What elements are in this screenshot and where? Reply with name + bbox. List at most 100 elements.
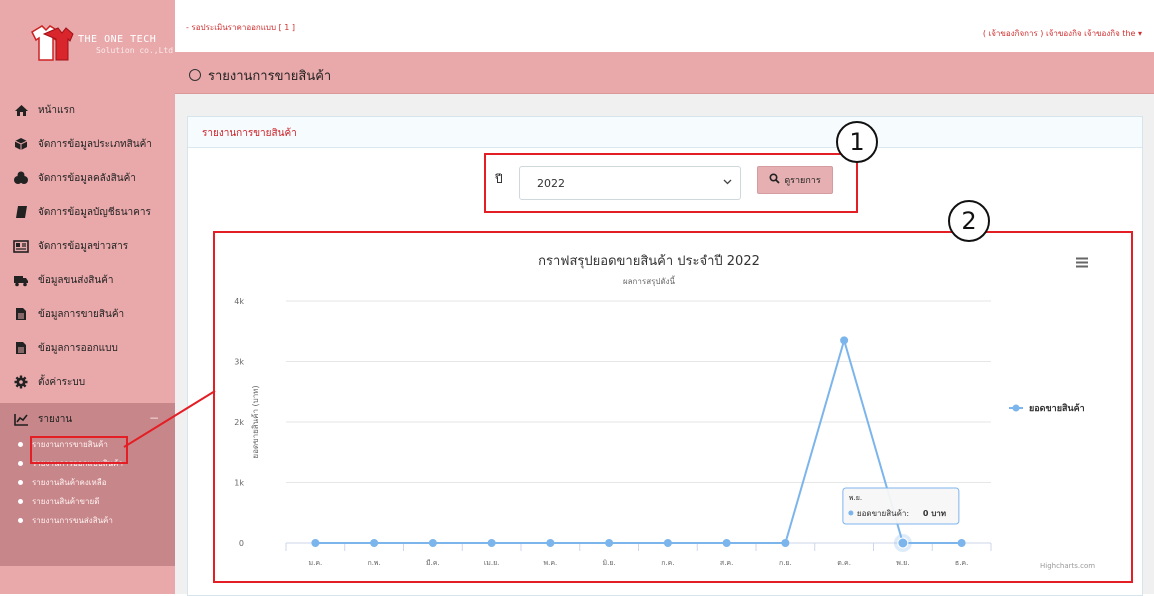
truck-icon [13,273,29,287]
sidebar-subitem-stock-report[interactable]: รายงานสินค้าคงเหลือ [0,473,175,492]
data-point [722,539,731,547]
legend-marker [1012,404,1020,412]
sidebar-subitem-label: รายงานสินค้าคงเหลือ [32,478,107,487]
x-tick-label: ส.ค. [720,559,733,567]
data-point [428,539,437,547]
sidebar-item-bank-accounts[interactable]: จัดการข้อมูลบัญชีธนาคาร [0,195,175,229]
sidebar-report-group: รายงาน − รายงานการขายสินค้า รายงานการออก… [0,403,175,566]
data-point [370,539,379,547]
top-bar: - รอประเมินราคาออกแบบ [ 1 ] ( เจ้าของกิจ… [175,0,1154,52]
data-point [663,539,672,547]
y-tick-label: 3k [234,358,244,367]
document-icon [13,341,29,355]
sidebar-item-label: จัดการข้อมูลประเภทสินค้า [38,138,152,150]
tshirt-logo-icon [31,25,74,61]
page-header: รายงานการขายสินค้า [175,52,1154,94]
line-chart-icon [13,412,29,426]
book-icon [13,205,29,219]
x-tick-label: ก.ค. [661,559,674,567]
sidebar-item-label: จัดการข้อมูลข่าวสาร [38,240,129,252]
bullet-icon [18,480,23,485]
sidebar-item-label: ข้อมูลขนส่งสินค้า [38,274,114,286]
y-tick-label: 1k [234,479,244,488]
x-tick-label: ก.พ. [367,559,380,567]
y-tick-label: 4k [234,297,244,306]
sidebar-item-label: จัดการข้อมูลบัญชีธนาคาร [38,206,151,218]
panel-title: รายงานการขายสินค้า [202,128,297,139]
data-point [311,539,320,547]
data-point [840,336,849,345]
sidebar-item-label: ตั้งค่าระบบ [38,376,86,388]
collapse-icon[interactable]: − [149,411,159,425]
sidebar-item-design-data[interactable]: ข้อมูลการออกแบบ [0,331,175,365]
tooltip-bullet [848,510,854,516]
sidebar-subitem-label: รายงานการขนส่งสินค้า [32,516,113,525]
x-tick-label: มิ.ย. [603,559,616,567]
x-tick-label: ต.ค. [837,559,851,567]
data-point [957,539,966,547]
page-title-text: รายงานการขายสินค้า [208,69,332,84]
x-tick-label: พ.ค. [544,559,558,567]
document-icon [13,307,29,321]
sales-line-chart: กราฟสรุปยอดขายสินค้า ประจำปี 2022 ผลการสร… [234,253,1085,567]
data-point [487,539,496,547]
gear-icon [13,375,29,389]
chart-menu-icon[interactable] [1075,256,1089,272]
sidebar-nav: หน้าแรก จัดการข้อมูลประเภทสินค้า จัดการข… [0,93,175,399]
chart-credit: Highcharts.com [1040,562,1096,570]
sidebar-item-product-types[interactable]: จัดการข้อมูลประเภทสินค้า [0,127,175,161]
user-menu[interactable]: ( เจ้าของกิจการ ) เจ้าของกิจ เจ้าของกิจ … [983,27,1142,40]
bullet-icon [18,518,23,523]
cube-icon [13,137,29,151]
chart-subtitle: ผลการสรุปดังนี้ [623,275,676,286]
panel-header: รายงานการขายสินค้า [188,117,1142,148]
bullet-icon [18,499,23,504]
hover-point [897,537,909,549]
callout-box-filter [484,153,858,213]
circle-icon [189,69,201,81]
y-tick-label: 2k [234,418,244,427]
sidebar-subitem-label: รายงานสินค้าขายดี [32,497,100,506]
sidebar-item-label: ข้อมูลการขายสินค้า [38,308,125,320]
sidebar-item-home[interactable]: หน้าแรก [0,93,175,127]
x-tick-label: ธ.ค. [955,559,968,567]
callout-box-menu [30,436,128,464]
sidebar-item-sales-data[interactable]: ข้อมูลการขายสินค้า [0,297,175,331]
sidebar-item-report[interactable]: รายงาน − [0,403,175,435]
sidebar-item-news[interactable]: จัดการข้อมูลข่าวสาร [0,229,175,263]
page-title: รายงานการขายสินค้า [189,65,331,86]
brand-subname: Solution co.,Ltd [96,46,174,55]
tooltip-value: 0 บาท [923,509,946,518]
pending-design-quote-link[interactable]: - รอประเมินราคาออกแบบ [ 1 ] [186,21,295,34]
brand-logo[interactable]: THE ONE TECH Solution co.,Ltd [0,0,175,85]
sidebar-subitem-shipping-report[interactable]: รายงานการขนส่งสินค้า [0,511,175,530]
sidebar-item-settings[interactable]: ตั้งค่าระบบ [0,365,175,399]
x-tick-label: ก.ย. [779,559,792,567]
bullet-icon [18,442,23,447]
sidebar-item-label: รายงาน [38,413,73,425]
bullet-icon [18,461,23,466]
sidebar-item-label: หน้าแรก [38,104,75,116]
tooltip-series-label: ยอดขายสินค้า: [857,509,909,518]
tooltip-category: พ.ย. [849,494,862,502]
data-point [781,539,790,547]
chart-title: กราฟสรุปยอดขายสินค้า ประจำปี 2022 [538,253,760,269]
callout-number-1: 1 [836,121,878,163]
x-tick-label: ม.ค. [309,559,323,567]
data-point [546,539,555,547]
sidebar-item-label: จัดการข้อมูลคลังสินค้า [38,172,136,184]
sidebar-item-shipping[interactable]: ข้อมูลขนส่งสินค้า [0,263,175,297]
data-point [605,539,614,547]
legend-label: ยอดขายสินค้า [1029,403,1085,414]
x-tick-label: พ.ย. [896,559,909,567]
y-axis-label: ยอดขายสินค้า (บาท) [251,385,260,458]
brand-name: THE ONE TECH [78,34,157,45]
sidebar-subitem-bestseller-report[interactable]: รายงานสินค้าขายดี [0,492,175,511]
sidebar-item-inventory[interactable]: จัดการข้อมูลคลังสินค้า [0,161,175,195]
sidebar-item-label: ข้อมูลการออกแบบ [38,342,118,354]
newspaper-icon [13,239,29,253]
cubes-icon [13,171,29,185]
home-icon [13,103,29,117]
sidebar: THE ONE TECH Solution co.,Ltd หน้าแรก จั… [0,0,175,594]
x-tick-label: มี.ค. [426,559,440,567]
